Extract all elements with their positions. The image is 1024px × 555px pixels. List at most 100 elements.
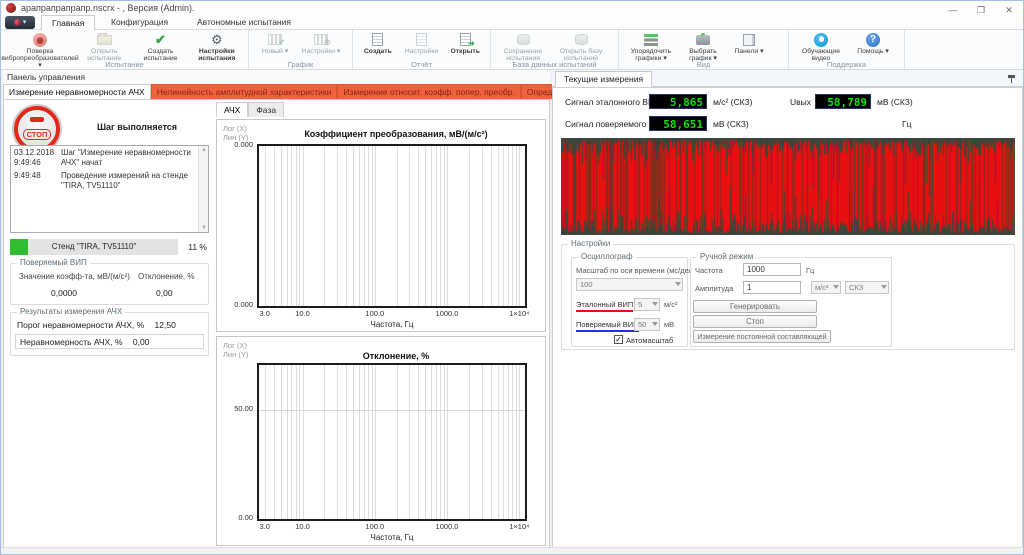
vertical-gridline <box>418 146 420 306</box>
training-video-button[interactable]: Обучающие видео <box>792 31 850 62</box>
ribbon-group-label: Испытание <box>105 60 144 69</box>
tab-afc-unevenness[interactable]: Измерение неравномерности АЧХ <box>3 84 151 99</box>
time-scale-select[interactable]: 100 <box>576 278 683 291</box>
tab-transverse-coeff[interactable]: Измерение относит. коэфф. попер. преобр. <box>337 84 521 99</box>
vertical-gridline <box>346 365 347 519</box>
log-scrollbar[interactable]: ▲ ▼ <box>198 146 208 232</box>
open-test-db-button[interactable]: Открыть базу испытаний <box>552 31 610 62</box>
frequency-label: Частота <box>695 266 723 275</box>
x-tick-label: 10.0 <box>295 522 310 531</box>
chart-settings-icon: ⚙ <box>314 34 331 47</box>
tab-phase[interactable]: Фаза <box>248 102 285 117</box>
reference-signal-label: Сигнал эталонного ВИП <box>565 97 661 107</box>
autoscale-checkbox[interactable]: ✓ <box>614 335 623 344</box>
x-tick-label: 100.0 <box>365 309 385 318</box>
report-create-button[interactable]: Создать <box>356 31 400 55</box>
tab-afc[interactable]: АЧХ <box>216 102 249 117</box>
create-test-button[interactable]: ✔ Создать испытание <box>132 31 188 63</box>
control-panel-title: Панель управления <box>3 70 550 84</box>
settings-group: Настройки Осциллограф Масштаб по оси вре… <box>561 239 1015 350</box>
reference-range-select[interactable]: 5 <box>634 298 660 311</box>
tab-glavnaya[interactable]: Главная <box>41 15 96 30</box>
vertical-gridline <box>508 365 510 519</box>
new-chart-button[interactable]: ✔ Новый ▾ <box>252 31 298 55</box>
training-video-icon <box>814 32 828 47</box>
reference-signal-display: 5,865 <box>649 94 707 109</box>
vertical-gridline <box>481 146 483 306</box>
generate-button[interactable]: Генерировать <box>693 300 817 313</box>
chevron-down-icon <box>881 285 887 289</box>
select-chart-button[interactable]: Выбрать график ▾ <box>680 31 726 62</box>
y-tick-label: 0.000 <box>234 300 253 309</box>
vertical-gridline <box>358 365 360 519</box>
chevron-down-icon <box>675 282 681 286</box>
autoscale-label: Автомасштаб <box>626 336 674 345</box>
amplitude-input[interactable] <box>743 281 801 294</box>
titlebar: арапрапрапрапр.nscrx - , Версия (Admin). <box>1 1 1023 15</box>
stop-generation-button[interactable]: Стоп <box>693 315 817 328</box>
ribbon: ◉ Поверка вибропреобразователей ▾ Открыт… <box>1 30 1023 70</box>
scroll-up-icon[interactable]: ▲ <box>199 147 209 153</box>
chart-title: Коэффициент преобразования, мВ/(м/с²) <box>304 129 488 139</box>
app-window: арапрапрапрапр.nscrx - , Версия (Admin).… <box>0 0 1024 555</box>
x-tick-label: 1000.0 <box>435 309 459 318</box>
amplitude-unit-select[interactable]: м/с² <box>811 281 841 294</box>
vertical-gridline <box>299 146 301 306</box>
charts-column: АЧХ Фаза Лог (X) Лин (Y) Коэффициент прео… <box>214 102 548 546</box>
vertical-gridline <box>516 146 517 306</box>
vertical-gridline <box>371 365 373 519</box>
window-bottom-frame <box>1 547 1023 554</box>
ribbon-group-podderzhka: Обучающие видео ? Помощь ▾ Поддержка <box>789 30 905 69</box>
vertical-gridline <box>443 146 445 306</box>
tab-current-measurements[interactable]: Текущие измерения <box>555 71 653 87</box>
dut-range-select[interactable]: 50 <box>634 318 660 331</box>
x-tick-label: 3.0 <box>259 309 270 318</box>
vertical-gridline <box>374 146 376 306</box>
vertical-gridline <box>273 146 275 306</box>
chart-settings-button[interactable]: ⚙ Настройки ▾ <box>298 31 344 55</box>
report-create-icon <box>372 33 384 46</box>
vertical-gridline <box>396 365 398 519</box>
x-tick-label: 1×10⁴ <box>509 309 530 318</box>
window-title: арапрапрапрапр.nscrx - , Версия (Admin). <box>21 3 195 13</box>
tab-amplitude-nonlinearity[interactable]: Нелинейность амплитудной характеристики <box>150 84 338 99</box>
vertical-gridline <box>497 146 499 306</box>
arrange-charts-button[interactable]: Упорядочить графики ▾ <box>622 31 680 62</box>
scroll-down-icon[interactable]: ▼ <box>199 225 209 231</box>
frequency-input[interactable] <box>743 263 801 276</box>
app-menu-button[interactable]: ▾ <box>5 16 35 29</box>
x-tick-label: 1000.0 <box>435 522 459 531</box>
vertical-gridline <box>302 365 304 519</box>
transducer-check-icon: ◉ <box>33 32 47 47</box>
report-open-button[interactable]: ➜ Открыть <box>443 31 487 55</box>
pin-icon[interactable] <box>1007 74 1016 83</box>
time-scale-label: Масштаб по оси времени (мс/дел) <box>576 266 696 275</box>
open-test-button[interactable]: Открыть испытание <box>76 31 132 62</box>
vertical-gridline <box>490 146 492 306</box>
ribbon-tab-row: ▾ Главная Конфигурация Автономные испыта… <box>1 15 1023 30</box>
vertical-gridline <box>374 365 376 519</box>
report-settings-button[interactable]: Настройки <box>400 31 444 55</box>
unevenness-value: 0,00 <box>132 337 150 347</box>
help-button[interactable]: ? Помощь ▾ <box>850 31 896 55</box>
dut-vip-label: Поверяемый ВИП <box>576 320 639 332</box>
amplitude-mode-select[interactable]: СКЗ <box>845 281 889 294</box>
test-settings-button[interactable]: ⚙ Настройки испытания <box>189 31 245 63</box>
vertical-gridline <box>295 365 297 519</box>
y-tick-label: 50.00 <box>234 403 253 413</box>
vertical-gridline <box>273 365 275 519</box>
vertical-gridline <box>286 146 288 306</box>
horizontal-gridline <box>259 409 525 411</box>
threshold-label: Порог неравномерности АЧХ, % <box>17 320 145 330</box>
control-panel: Панель управления Измерение неравномерно… <box>3 70 630 549</box>
tab-konfiguratsiya[interactable]: Конфигурация <box>101 15 178 30</box>
panels-button[interactable]: Панели ▾ <box>726 31 772 55</box>
vertical-gridline <box>346 146 347 306</box>
vertical-gridline <box>519 365 521 519</box>
ribbon-group-label: График <box>287 60 314 69</box>
vertical-gridline <box>503 365 505 519</box>
save-test-button[interactable]: Сохранение испытания <box>494 31 552 62</box>
ribbon-group-otchet: Создать Настройки ➜ Открыть Отчёт <box>353 30 491 69</box>
tab-avtonomnye-ispytaniya[interactable]: Автономные испытания <box>187 15 301 30</box>
dc-measure-button[interactable]: Измерение постоянной составляющей <box>693 330 831 343</box>
